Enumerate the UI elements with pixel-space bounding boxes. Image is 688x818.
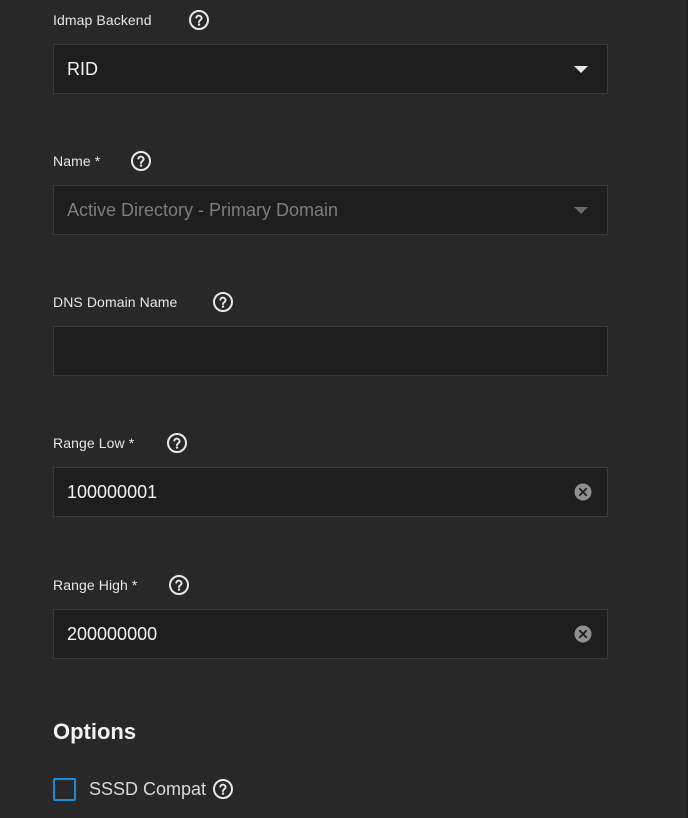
chevron-down-icon	[574, 207, 588, 214]
sssd-compat-label[interactable]: SSSD Compat	[89, 779, 206, 800]
idmap-backend-label: Idmap Backend	[53, 12, 152, 28]
options-section-title: Options	[53, 719, 137, 744]
range-high-field: Range High * 200000000	[53, 574, 608, 659]
range-high-value: 200000000	[67, 624, 158, 644]
range-high-label: Range High *	[53, 577, 138, 593]
range-low-value: 100000001	[67, 482, 158, 502]
sssd-compat-row: SSSD Compat	[53, 776, 234, 802]
sssd-compat-checkbox[interactable]	[53, 777, 76, 801]
clear-icon[interactable]	[574, 625, 592, 643]
dns-domain-name-field: DNS Domain Name	[53, 291, 608, 376]
help-icon[interactable]	[168, 574, 190, 596]
help-icon[interactable]	[188, 9, 210, 31]
name-label: Name *	[53, 153, 101, 169]
idmap-backend-label-row: Idmap Backend	[53, 9, 608, 31]
name-label-row: Name *	[53, 150, 608, 172]
range-high-label-row: Range High *	[53, 574, 608, 596]
name-value: Active Directory - Primary Domain	[67, 200, 339, 220]
idmap-backend-field: Idmap Backend RID	[53, 9, 608, 94]
help-icon[interactable]	[212, 778, 234, 800]
range-low-label: Range Low *	[53, 435, 135, 451]
range-low-input[interactable]: 100000001	[53, 467, 608, 517]
idmap-backend-value: RID	[67, 59, 98, 79]
name-field: Name * Active Directory - Primary Domain	[53, 150, 608, 235]
help-icon[interactable]	[166, 432, 188, 454]
clear-icon[interactable]	[574, 483, 592, 501]
help-icon[interactable]	[212, 291, 234, 313]
chevron-down-icon	[574, 66, 588, 73]
dns-domain-name-input[interactable]	[53, 326, 608, 376]
range-high-input[interactable]: 200000000	[53, 609, 608, 659]
dns-domain-name-label: DNS Domain Name	[53, 294, 178, 310]
range-low-label-row: Range Low *	[53, 432, 608, 454]
range-low-field: Range Low * 100000001	[53, 432, 608, 517]
idmap-backend-select[interactable]: RID	[53, 44, 608, 94]
name-select: Active Directory - Primary Domain	[53, 185, 608, 235]
help-icon[interactable]	[130, 150, 152, 172]
dns-domain-name-label-row: DNS Domain Name	[53, 291, 608, 313]
